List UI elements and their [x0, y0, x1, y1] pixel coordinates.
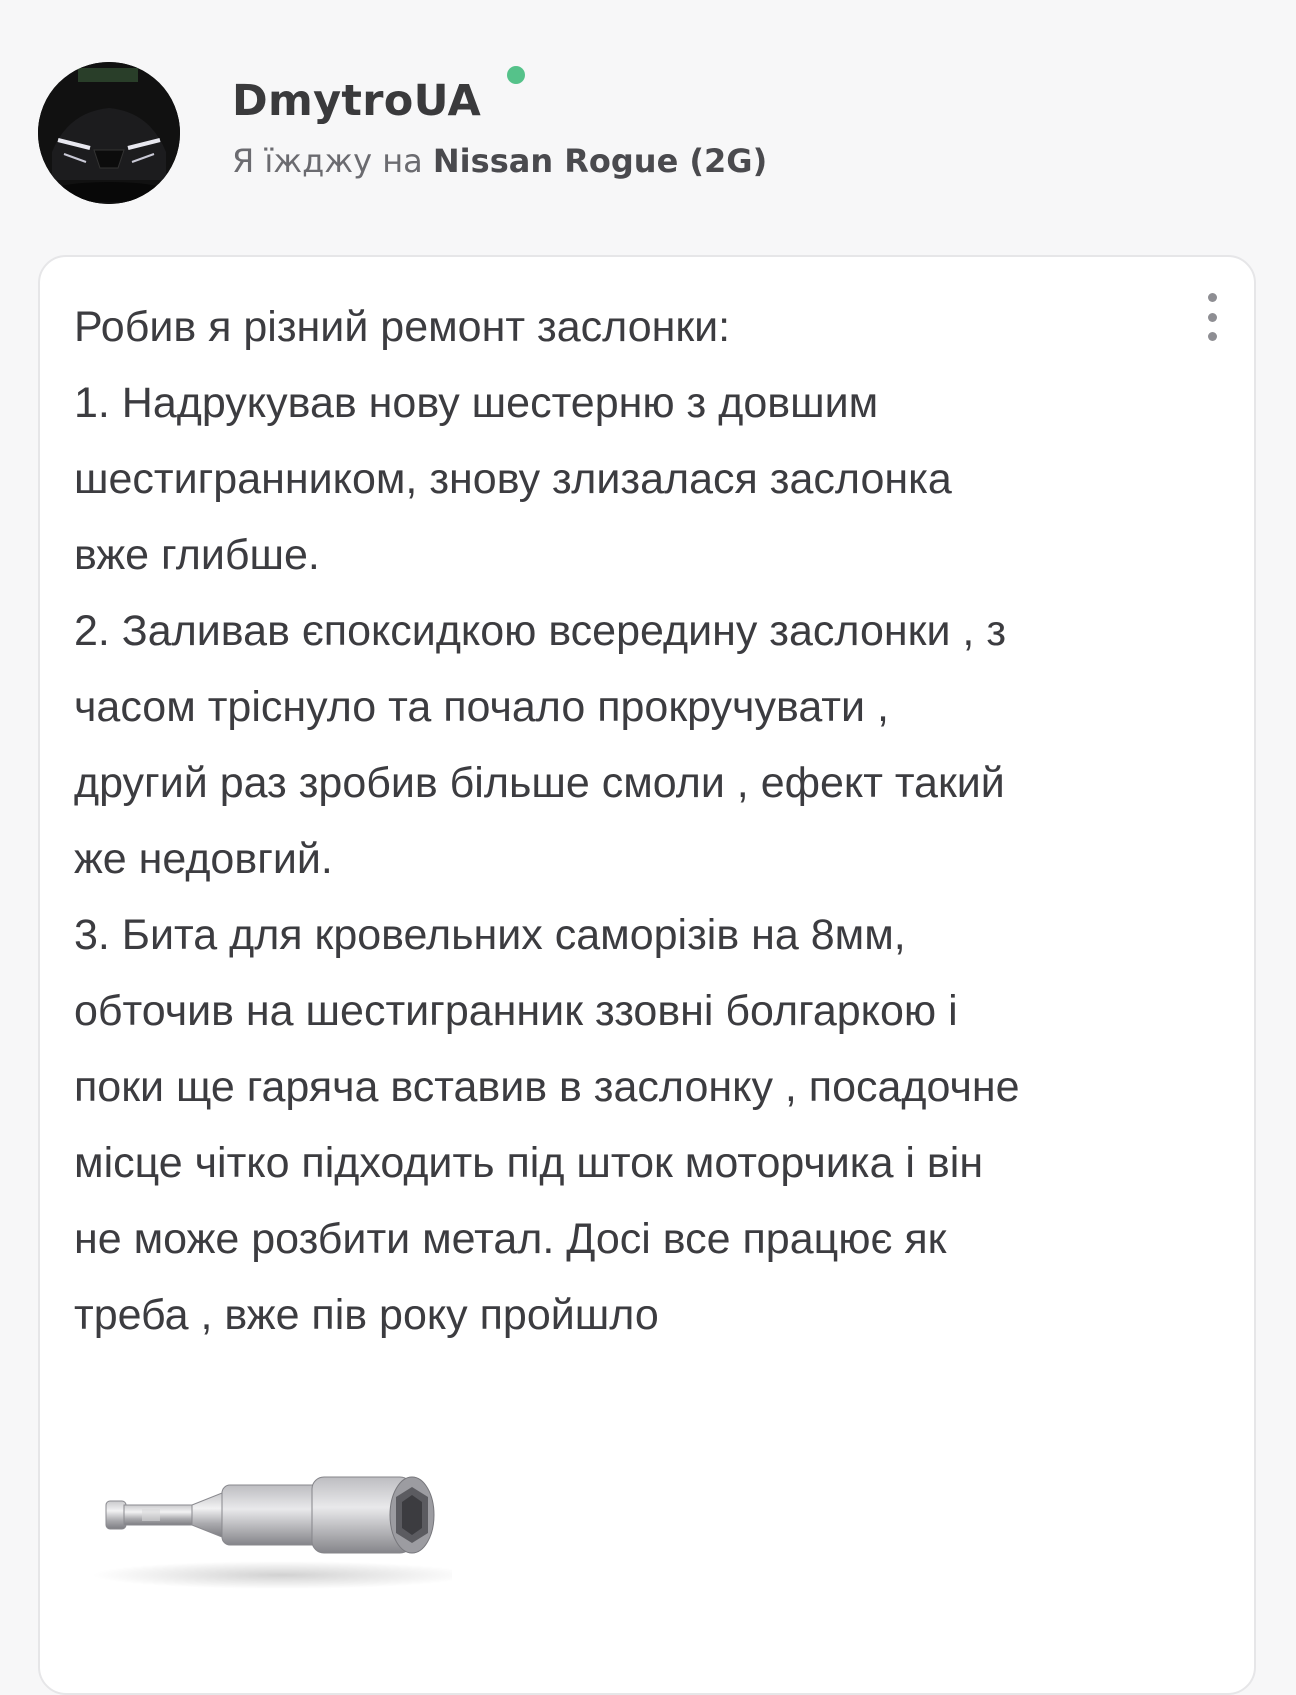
post-header: DmytroUA Я їжджу на Nissan Rogue (2G)	[0, 0, 1296, 240]
post-line: часом тріснуло та почало прокручувати ,	[74, 683, 889, 731]
post-line: місце чітко підходить під шток моторчика…	[74, 1139, 984, 1187]
post-line: 3. Бита для кровельних саморізів на 8мм,	[74, 911, 906, 959]
post-line: 1. Надрукував нову шестерню з довшим	[74, 379, 879, 427]
car-info: Я їжджу на Nissan Rogue (2G)	[232, 142, 767, 180]
post-line: 2. Заливав єпоксидкою всередину заслонки…	[74, 607, 1007, 655]
more-dot	[1207, 293, 1217, 302]
car-front-image	[38, 62, 180, 204]
more-vertical-icon[interactable]	[1200, 293, 1224, 341]
post-line: поки ще гаряча вставив в заслонку , поса…	[74, 1063, 1020, 1111]
post-line: вже глибше.	[74, 531, 320, 579]
post-card: Робив я різний ремонт заслонки: 1. Надру…	[38, 255, 1256, 1695]
post-image-nut-driver-bit[interactable]	[72, 1427, 472, 1607]
post-line: обточив на шестигранник ззовні болгаркою…	[74, 987, 958, 1035]
online-status-dot	[507, 66, 525, 84]
post-line: треба , вже пів року пройшло	[74, 1291, 659, 1339]
more-dot	[1207, 332, 1217, 341]
post-line: не може розбити метал. Досі все працює я…	[74, 1215, 947, 1263]
username[interactable]: DmytroUA	[232, 76, 481, 126]
post-line: Робив я різний ремонт заслонки:	[74, 303, 731, 351]
post-line: шестигранником, знову злизалася заслонка	[74, 455, 952, 503]
avatar[interactable]	[38, 62, 180, 204]
post-line: же недовгий.	[74, 835, 333, 883]
car-prefix: Я їжджу на	[232, 142, 433, 180]
nut-driver-bit-image	[92, 1476, 472, 1589]
more-dot	[1207, 312, 1217, 322]
car-name-link[interactable]: Nissan Rogue (2G)	[433, 142, 767, 180]
post-line: другий раз зробив більше смоли , ефект т…	[74, 759, 1005, 807]
post-body: Робив я різний ремонт заслонки: 1. Надру…	[74, 289, 1194, 1353]
